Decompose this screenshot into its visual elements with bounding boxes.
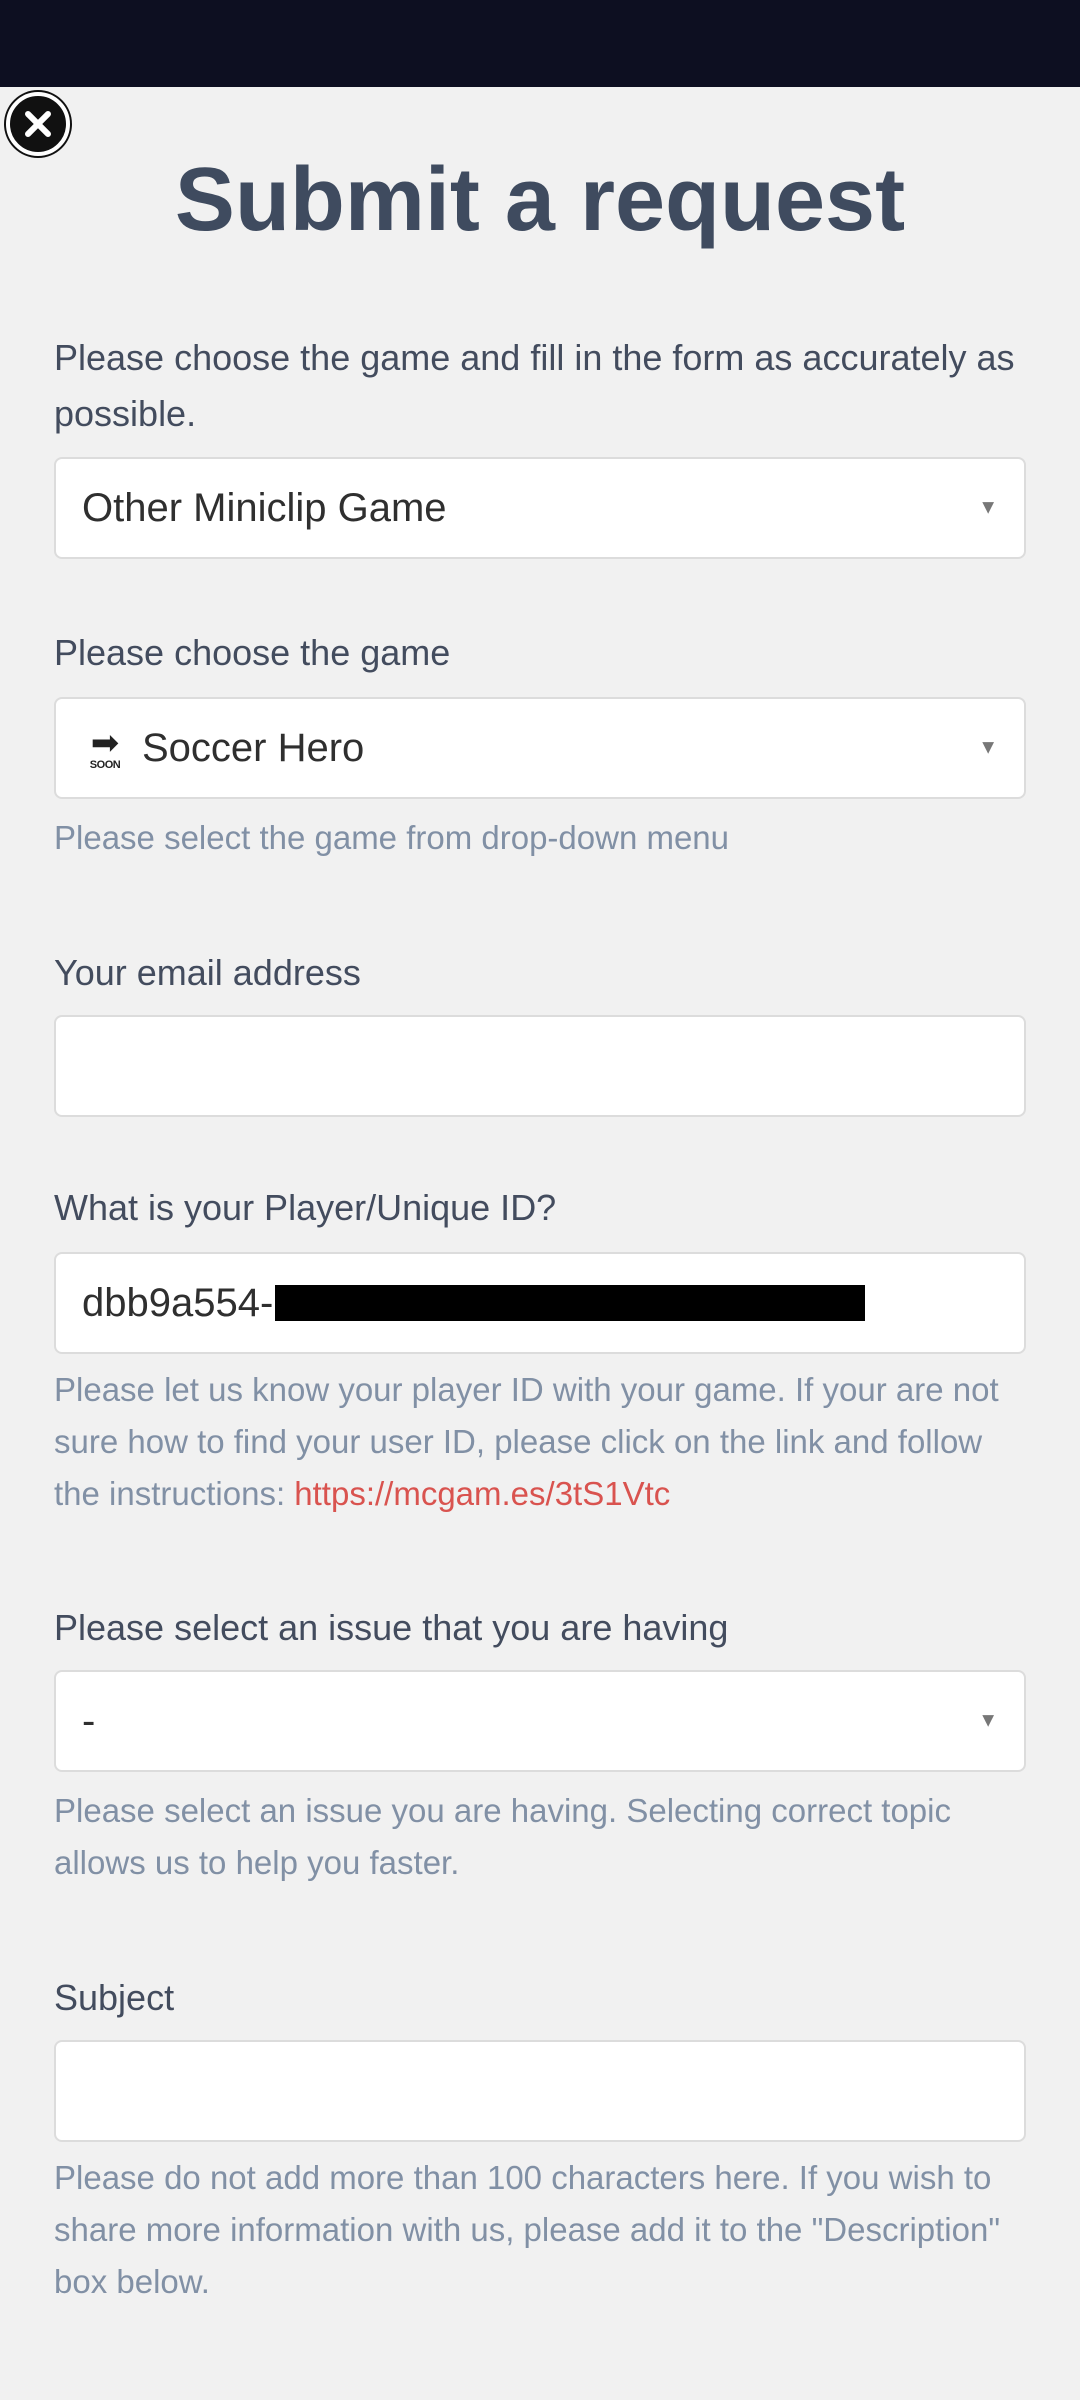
game-label: Please choose the game bbox=[54, 632, 451, 673]
email-field[interactable] bbox=[54, 1015, 1026, 1117]
issue-select[interactable]: - ▼ bbox=[54, 1670, 1026, 1772]
player-id-field[interactable]: dbb9a554- bbox=[54, 1252, 1026, 1354]
chevron-down-icon: ▼ bbox=[978, 496, 998, 519]
close-icon bbox=[25, 111, 51, 137]
chevron-down-icon: ▼ bbox=[978, 736, 998, 759]
issue-label: Please select an issue that you are havi… bbox=[54, 1607, 729, 1648]
soon-arrow-icon: ➡ SOON bbox=[89, 723, 121, 771]
player-id-help-link[interactable]: https://mcgam.es/3tS1Vtc bbox=[294, 1475, 670, 1512]
issue-hint: Please select an issue you are having. S… bbox=[54, 1792, 951, 1881]
subject-field[interactable] bbox=[54, 2040, 1026, 2142]
game-select[interactable]: ➡ SOON Soccer Hero ▼ bbox=[54, 697, 1026, 799]
page-title: Submit a request bbox=[174, 150, 906, 250]
email-label: Your email address bbox=[54, 952, 361, 993]
subject-label: Subject bbox=[54, 1977, 175, 2018]
subject-hint: Please do not add more than 100 characte… bbox=[54, 2159, 1001, 2300]
game-hint: Please select the game from drop-down me… bbox=[54, 819, 730, 856]
redaction-bar bbox=[275, 1285, 866, 1321]
player-id-label: What is your Player/Unique ID? bbox=[54, 1187, 557, 1228]
issue-select-value: - bbox=[82, 1698, 96, 1743]
game-select-value: Soccer Hero bbox=[142, 725, 365, 770]
player-id-hint: Please let us know your player ID with y… bbox=[54, 1364, 1026, 1520]
player-id-value: dbb9a554- bbox=[82, 1280, 274, 1325]
category-select-value: Other Miniclip Game bbox=[82, 485, 447, 530]
close-button[interactable] bbox=[6, 92, 70, 156]
chevron-down-icon: ▼ bbox=[978, 1709, 998, 1732]
status-bar bbox=[0, 0, 1080, 87]
category-select[interactable]: Other Miniclip Game ▼ bbox=[54, 457, 1026, 559]
form-intro: Please choose the game and fill in the f… bbox=[54, 337, 1015, 434]
